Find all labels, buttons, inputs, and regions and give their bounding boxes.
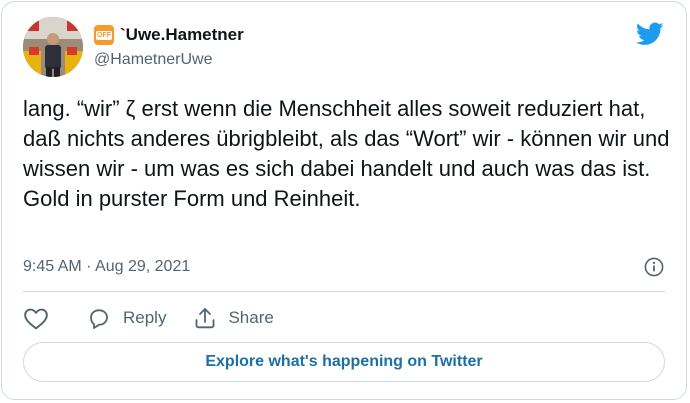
tweet-text: lang. “wir” ζ erst wenn die Menschheit a… <box>23 96 670 211</box>
reply-button[interactable]: Reply <box>87 306 166 330</box>
avatar[interactable] <box>23 17 83 77</box>
divider <box>23 291 665 292</box>
reply-bubble-icon <box>90 309 108 329</box>
info-icon[interactable] <box>644 257 664 277</box>
heart-icon <box>24 308 48 330</box>
reply-label: Reply <box>123 308 167 327</box>
share-upload-icon <box>196 308 215 329</box>
tweet-actions: Reply Share <box>23 305 274 331</box>
twitter-bird-icon[interactable] <box>635 22 664 46</box>
explore-twitter-button[interactable]: Explore what's happening on Twitter <box>23 342 665 382</box>
author-display-name[interactable]: `Uwe.Hametner <box>120 25 244 45</box>
author-handle[interactable]: @HametnerUwe <box>94 51 213 69</box>
like-button[interactable] <box>23 306 49 330</box>
off-badge-icon: OFF <box>94 25 114 45</box>
author-name-row[interactable]: OFF `Uwe.Hametner <box>94 25 244 45</box>
share-button[interactable]: Share <box>194 306 274 330</box>
off-badge-text: OFF <box>96 30 112 40</box>
share-label: Share <box>228 308 274 327</box>
tweet-timestamp[interactable]: 9:45 AM · Aug 29, 2021 <box>23 258 190 276</box>
embedded-tweet-card: OFF `Uwe.Hametner @HametnerUwe lang. “wi… <box>1 1 687 400</box>
